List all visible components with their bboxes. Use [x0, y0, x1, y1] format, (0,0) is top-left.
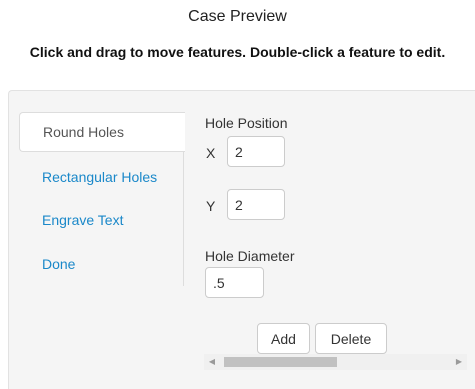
- instructions-text: Click and drag to move features. Double-…: [29, 44, 446, 60]
- x-input[interactable]: [227, 136, 285, 167]
- tab-engrave-text[interactable]: Engrave Text: [42, 212, 123, 228]
- tab-round-holes[interactable]: Round Holes: [19, 112, 185, 152]
- hole-diameter-label: Hole Diameter: [205, 248, 295, 264]
- scroll-left-icon[interactable]: ◀: [204, 354, 220, 370]
- add-button[interactable]: Add: [257, 323, 310, 354]
- tab-rectangular-holes[interactable]: Rectangular Holes: [42, 169, 157, 185]
- tab-done[interactable]: Done: [42, 256, 75, 272]
- x-label: X: [206, 145, 216, 161]
- diameter-input[interactable]: [205, 267, 264, 298]
- y-label: Y: [206, 198, 216, 214]
- scroll-right-icon[interactable]: ▶: [451, 354, 467, 370]
- tab-divider: [183, 152, 184, 286]
- hole-position-label: Hole Position: [205, 115, 288, 131]
- y-input[interactable]: [227, 189, 285, 220]
- scroll-thumb[interactable]: [224, 357, 337, 367]
- delete-button[interactable]: Delete: [315, 323, 387, 354]
- horizontal-scrollbar[interactable]: ◀ ▶: [204, 354, 467, 370]
- page-title: Case Preview: [188, 8, 287, 25]
